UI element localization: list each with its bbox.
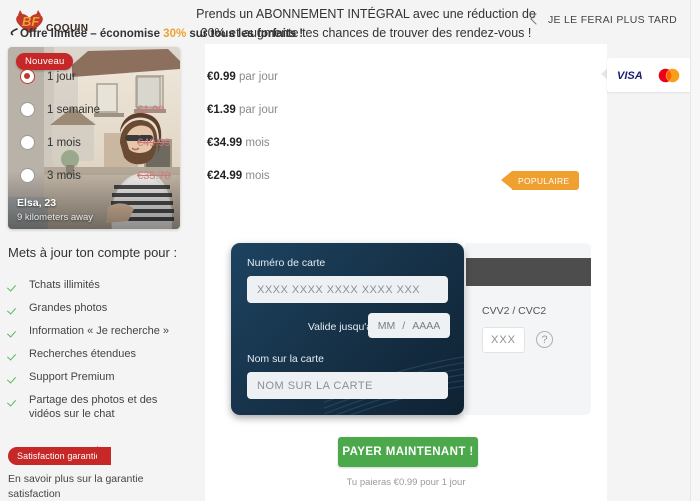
- plan-price: €0.99 par jour: [207, 71, 278, 83]
- feature-list: Tchats illimités Grandes photos Informat…: [8, 278, 190, 430]
- plan-option-1-jour[interactable]: 1 jour €0.99 par jour: [20, 60, 390, 93]
- plan-price-value: €24.99: [207, 169, 243, 182]
- check-icon: [8, 279, 20, 291]
- check-icon: [8, 371, 20, 383]
- expiry-year: AAAA: [412, 319, 441, 332]
- guarantee-text-label: En savoir plus sur la garantie satisfact…: [8, 473, 144, 500]
- profile-distance: 9 kilometers away: [17, 212, 94, 223]
- plan-option-3-mois[interactable]: 3 mois €35.70 €24.99 mois: [20, 159, 390, 192]
- plan-label: 1 mois: [47, 136, 81, 149]
- plan-old-price: €35.70: [137, 169, 171, 182]
- check-icon: [8, 394, 20, 406]
- plan-label: 1 jour: [47, 70, 76, 83]
- radio-icon[interactable]: [20, 69, 35, 84]
- feature-item: Grandes photos: [8, 301, 190, 315]
- mastercard-icon: [658, 68, 679, 82]
- pay-now-button[interactable]: PAYER MAINTENANT !: [338, 437, 478, 467]
- card-name-input[interactable]: NOM SUR LA CARTE: [247, 372, 448, 399]
- accepted-cards-tab: VISA: [607, 58, 690, 92]
- card-magnetic-stripe: [466, 258, 591, 286]
- satisfaction-guarantee-badge: Satisfaction garantie: [8, 447, 111, 465]
- popular-arrow-icon: [501, 171, 512, 189]
- plan-price-value: €34.99: [207, 136, 243, 149]
- upgrade-title: Mets à jour ton compte pour :: [8, 245, 178, 260]
- maybe-later-label: JE LE FERAI PLUS TARD: [547, 14, 677, 26]
- plan-option-1-mois[interactable]: 1 mois €49.99 €34.99 mois: [20, 126, 390, 159]
- check-icon: [8, 348, 20, 360]
- radio-icon[interactable]: [20, 168, 35, 183]
- plan-label: 1 semaine: [47, 103, 101, 116]
- expiry-separator: /: [402, 319, 406, 332]
- question-mark-icon[interactable]: ?: [536, 331, 553, 348]
- plan-old-price: €49.99: [137, 136, 171, 149]
- guarantee-arrow-icon: [97, 446, 108, 464]
- plan-price-unit: par jour: [238, 70, 278, 83]
- feature-label: Support Premium: [29, 371, 115, 383]
- cvv-label: CVV2 / CVC2: [482, 305, 547, 317]
- radio-icon[interactable]: [20, 135, 35, 150]
- expiry-month: MM: [377, 319, 396, 332]
- payment-summary-note: Tu paieras €0.99 pour 1 jour: [346, 477, 466, 488]
- feature-item: Support Premium: [8, 370, 190, 384]
- plan-label: 3 mois: [47, 169, 81, 182]
- credit-card-form: Numéro de carte XXXX XXXX XXXX XXXX XXX …: [231, 243, 464, 415]
- maybe-later-button[interactable]: JE LE FERAI PLUS TARD: [530, 13, 677, 26]
- card-number-label: Numéro de carte: [247, 257, 326, 269]
- popular-badge: POPULAIRE: [512, 171, 580, 190]
- plan-price-value: €0.99: [207, 70, 236, 83]
- plan-price-value: €1.39: [207, 103, 236, 116]
- plan-price-unit: mois: [245, 169, 270, 182]
- feature-label: Information « Je recherche »: [29, 325, 170, 337]
- limited-offer-line: Offre limitée – économise 30% sur tous l…: [20, 28, 303, 40]
- svg-text:BF: BF: [22, 14, 40, 29]
- visa-icon: VISA: [617, 70, 643, 81]
- card-number-input[interactable]: XXXX XXXX XXXX XXXX XXX: [247, 276, 448, 303]
- feature-item: Information « Je recherche »: [8, 324, 190, 338]
- svg-text:VISA: VISA: [617, 70, 643, 81]
- plan-price: €24.99 mois: [207, 170, 270, 182]
- feature-item: Partage des photos et des vidéos sur le …: [8, 393, 190, 421]
- plan-options: 1 jour €0.99 par jour 1 semaine €1.99 €1…: [20, 60, 390, 192]
- chevron-left-icon: [530, 13, 542, 25]
- profile-name-age: Elsa, 23: [17, 197, 57, 209]
- feature-item: Tchats illimités: [8, 278, 190, 292]
- plan-old-price: €1.99: [137, 103, 165, 116]
- feature-label: Partage des photos et des vidéos sur le …: [29, 394, 158, 420]
- vertical-scrollbar[interactable]: [691, 0, 700, 501]
- check-icon: [8, 302, 20, 314]
- plan-price: €34.99 mois: [207, 137, 270, 149]
- feature-label: Grandes photos: [29, 302, 108, 314]
- plan-price: €1.39 par jour: [207, 104, 278, 116]
- feature-label: Tchats illimités: [29, 279, 100, 291]
- plan-price-unit: par jour: [238, 103, 278, 116]
- check-icon: [8, 325, 20, 337]
- plan-price-unit: mois: [245, 136, 270, 149]
- upgrade-page: BF COQUIN Prends un ABONNEMENT INTÉGRAL …: [0, 0, 700, 501]
- card-expiry-input[interactable]: MM / AAAA: [368, 313, 450, 338]
- offer-percent: 30%: [163, 28, 187, 40]
- card-name-label: Nom sur la carte: [247, 353, 325, 365]
- feature-label: Recherches étendues: [29, 348, 137, 360]
- guarantee-description: En savoir plus sur la garantie satisfact…: [8, 472, 183, 501]
- radio-icon[interactable]: [20, 102, 35, 117]
- cvv-input[interactable]: XXX: [482, 327, 525, 353]
- plan-option-1-semaine[interactable]: 1 semaine €1.99 €1.39 par jour: [20, 93, 390, 126]
- offer-suffix: sur tous les forfaits !: [186, 28, 304, 40]
- offer-prefix: Offre limitée – économise: [20, 28, 164, 40]
- feature-item: Recherches étendues: [8, 347, 190, 361]
